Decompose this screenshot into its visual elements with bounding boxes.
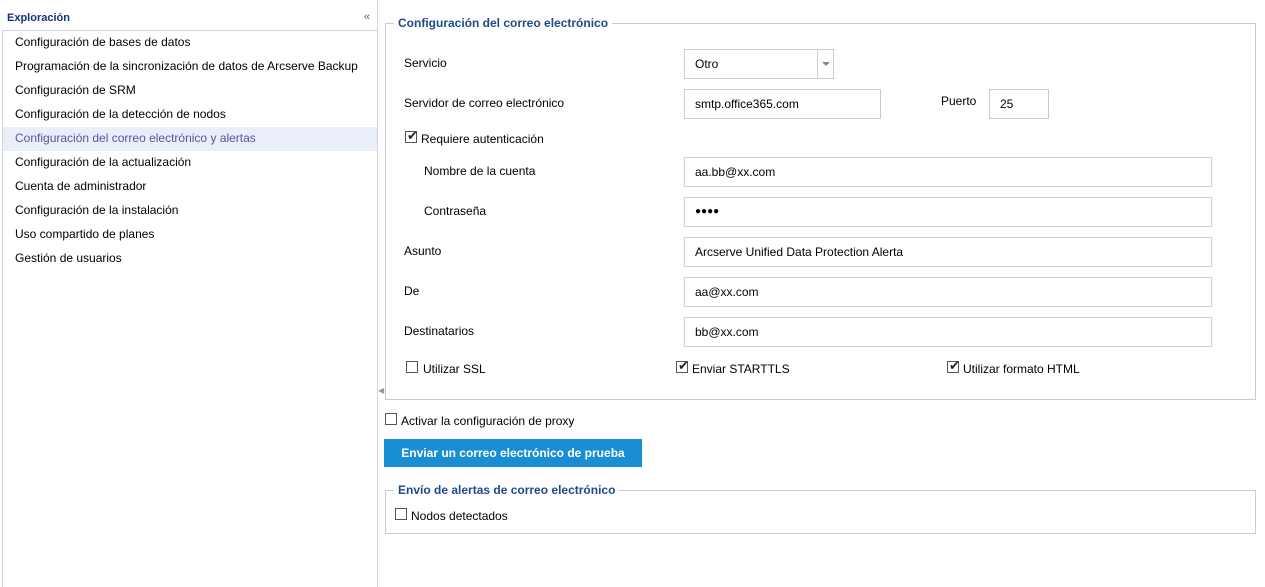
splitter-arrow-icon[interactable]: ◀ <box>378 386 384 395</box>
nav-list: Configuración de bases de datos Programa… <box>2 30 377 587</box>
recipients-input[interactable]: bb@xx.com <box>684 317 1212 347</box>
proxy-label: Activar la configuración de proxy <box>401 414 575 428</box>
password-input[interactable]: ●●●● <box>684 197 1212 227</box>
use-ssl-label: Utilizar SSL <box>423 362 486 376</box>
email-server-label: Servidor de correo electrónico <box>404 96 565 110</box>
nav-item-admin-account[interactable]: Cuenta de administrador <box>3 175 377 199</box>
recipients-label: Destinatarios <box>404 324 475 338</box>
html-format-checkbox[interactable]: ✔ <box>947 358 960 373</box>
check-icon: ✔ <box>949 358 960 373</box>
port-input[interactable]: 25 <box>989 89 1049 119</box>
nav-item-user-management[interactable]: Gestión de usuarios <box>3 247 377 271</box>
nav-item-installation-config[interactable]: Configuración de la instalación <box>3 199 377 223</box>
email-config-legend: Configuración del correo electrónico <box>394 16 613 30</box>
nav-item-update-config[interactable]: Configuración de la actualización <box>3 151 377 175</box>
port-label: Puerto <box>941 94 977 108</box>
nav-item-srm-config[interactable]: Configuración de SRM <box>3 79 377 103</box>
service-label: Servicio <box>404 56 447 70</box>
service-select-value: Otro <box>695 57 719 71</box>
from-input[interactable]: aa@xx.com <box>684 277 1212 307</box>
requires-auth-checkbox[interactable]: ✔ <box>405 128 418 143</box>
chevron-down-icon[interactable] <box>817 50 833 78</box>
nav-item-node-discovery-config[interactable]: Configuración de la detección de nodos <box>3 103 377 127</box>
starttls-label: Enviar STARTTLS <box>692 362 790 376</box>
subject-input[interactable]: Arcserve Unified Data Protection Alerta <box>684 237 1212 267</box>
account-name-label: Nombre de la cuenta <box>424 164 536 178</box>
html-format-label: Utilizar formato HTML <box>963 362 1080 376</box>
password-label: Contraseña <box>424 204 487 218</box>
check-icon: ✔ <box>407 128 418 143</box>
requires-auth-label: Requiere autenticación <box>421 132 544 146</box>
nav-item-database-config[interactable]: Configuración de bases de datos <box>3 31 377 55</box>
service-select[interactable]: Otro <box>684 49 834 79</box>
use-ssl-checkbox[interactable]: ✔ <box>406 361 418 373</box>
nav-item-plan-sharing[interactable]: Uso compartido de planes <box>3 223 377 247</box>
exploration-sidebar: Exploración « Configuración de bases de … <box>0 0 378 587</box>
starttls-checkbox[interactable]: ✔ <box>676 358 689 373</box>
panel-splitter[interactable] <box>378 0 381 587</box>
send-test-email-button[interactable]: Enviar un correo electrónico de prueba <box>384 439 642 467</box>
sidebar-header: Exploración « <box>0 0 377 30</box>
email-alerts-legend: Envío de alertas de correo electrónico <box>394 483 620 497</box>
proxy-checkbox[interactable]: ✔ <box>385 413 397 425</box>
subject-label: Asunto <box>404 244 442 258</box>
check-icon: ✔ <box>678 358 689 373</box>
nav-item-arcserve-backup-sync[interactable]: Programación de la sincronización de dat… <box>3 55 377 79</box>
sidebar-title: Exploración <box>7 12 70 24</box>
discovered-nodes-label: Nodos detectados <box>411 509 508 523</box>
email-alerts-fieldset: Envío de alertas de correo electrónico <box>385 483 1256 534</box>
double-chevron-left-icon[interactable]: « <box>361 11 373 23</box>
nav-item-email-alerts-config[interactable]: Configuración del correo electrónico y a… <box>3 127 377 151</box>
discovered-nodes-checkbox[interactable]: ✔ <box>395 508 407 520</box>
email-server-input[interactable]: smtp.office365.com <box>684 89 881 119</box>
from-label: De <box>404 284 420 298</box>
account-name-input[interactable]: aa.bb@xx.com <box>684 157 1212 187</box>
